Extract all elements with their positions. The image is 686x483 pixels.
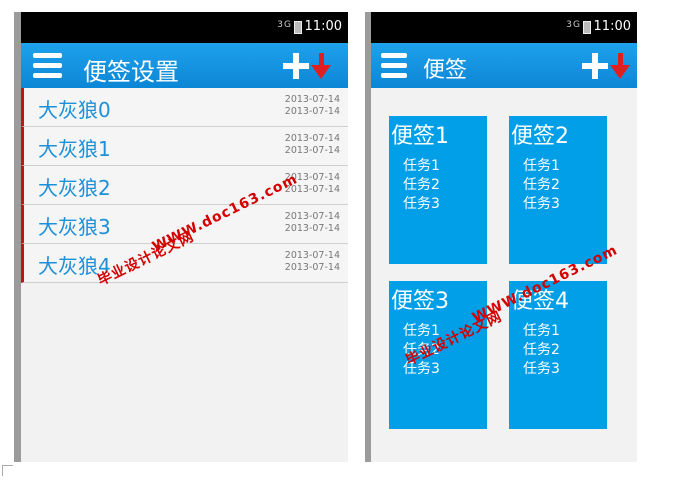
status-time: 11:00 [593,19,631,34]
task-item: 任务2 [523,177,560,193]
menu-icon[interactable] [381,53,407,79]
task-item: 任务1 [403,158,440,174]
note-card[interactable]: 便签1 任务1 任务2 任务3 [389,116,487,264]
note-date: 2013-07-14 [284,133,340,144]
page-title: 便签 [423,58,468,83]
note-date: 2013-07-14 [284,223,340,234]
app-bar: 便签 [371,43,637,88]
note-name: 大灰狼3 [38,215,111,239]
card-task-list: 任务1 任务2 任务3 [523,157,560,214]
note-date: 2013-07-14 [284,94,340,105]
list-item[interactable]: 大灰狼1 2013-07-14 2013-07-14 [21,127,348,166]
task-item: 任务2 [403,177,440,193]
menu-icon[interactable] [33,53,62,79]
note-card[interactable]: 便签2 任务1 任务2 任务3 [509,116,607,264]
task-item: 任务3 [403,196,440,212]
signal-icon: 3G [566,20,581,30]
note-date: 2013-07-14 [284,262,340,273]
page-title: 便签设置 [83,58,179,86]
list-item[interactable]: 大灰狼0 2013-07-14 2013-07-14 [21,88,348,127]
note-name: 大灰狼0 [38,98,111,122]
note-name: 大灰狼1 [38,137,111,161]
task-item: 任务2 [523,342,560,358]
card-title: 便签3 [391,289,449,314]
task-item: 任务3 [523,361,560,377]
note-date: 2013-07-14 [284,106,340,117]
card-task-list: 任务1 任务2 任务3 [523,322,560,379]
status-bar: 3G 11:00 [371,12,637,43]
phone-grid-screen: 3G 11:00 便签 便签1 任务1 任务2 任务3 便签2 任务1 任务2 … [365,12,637,462]
task-item: 任务3 [523,196,560,212]
corner-mark [2,465,13,476]
status-bar: 3G 11:00 [21,12,348,43]
app-bar-actions [280,51,340,81]
note-date: 2013-07-14 [284,211,340,222]
task-item: 任务1 [523,323,560,339]
card-title: 便签2 [511,124,569,149]
grid-screen: 3G 11:00 便签 便签1 任务1 任务2 任务3 便签2 任务1 任务2 … [371,12,637,462]
app-bar-actions [579,51,631,81]
battery-icon [294,21,302,34]
note-name: 大灰狼2 [38,176,111,200]
note-date: 2013-07-14 [284,250,340,261]
battery-icon [583,21,591,34]
task-item: 任务1 [523,158,560,174]
card-title: 便签1 [391,124,449,149]
card-task-list: 任务1 任务2 任务3 [403,157,440,214]
app-bar: 便签设置 [21,43,348,88]
note-date: 2013-07-14 [284,145,340,156]
signal-icon: 3G [277,20,292,30]
status-time: 11:00 [304,19,342,34]
